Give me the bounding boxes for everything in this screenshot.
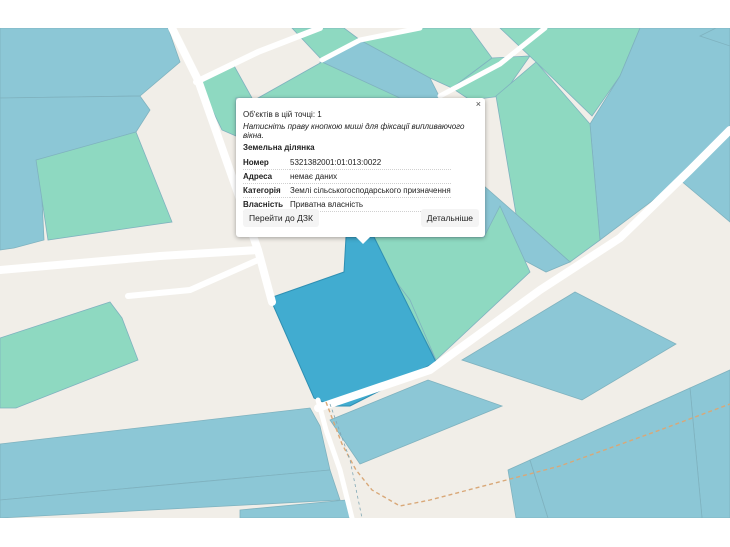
- section-title: Земельна ділянка: [243, 143, 315, 152]
- cadastral-map[interactable]: × Об'єктів в цій точці: 1 Натисніть прав…: [0, 0, 730, 547]
- close-icon[interactable]: ×: [476, 99, 481, 109]
- field-value: немає даних: [290, 169, 451, 184]
- field-label: Категорія: [243, 183, 290, 198]
- table-row: Номер 5321382001:01:013:0022: [243, 156, 451, 170]
- table-row: Адреса немає даних: [243, 169, 451, 184]
- field-label: Номер: [243, 156, 290, 170]
- popup-pointer: [356, 237, 370, 244]
- field-value: 5321382001:01:013:0022: [290, 156, 451, 170]
- top-margin: [0, 0, 730, 28]
- objects-count: Об'єктів в цій точці: 1: [243, 110, 322, 119]
- field-label: Адреса: [243, 169, 290, 184]
- parcel-attributes-table: Номер 5321382001:01:013:0022 Адреса нема…: [243, 156, 451, 212]
- map-canvas[interactable]: [0, 0, 730, 547]
- details-button[interactable]: Детальніше: [420, 209, 479, 227]
- table-row: Категорія Землі сільськогосподарського п…: [243, 183, 451, 198]
- field-value: Землі сільськогосподарського призначення: [290, 183, 451, 198]
- popup-hint: Натисніть праву кнопкою миші для фіксаці…: [243, 122, 465, 140]
- parcel-info-popup: × Об'єктів в цій точці: 1 Натисніть прав…: [236, 98, 485, 244]
- go-to-dzk-button[interactable]: Перейти до ДЗК: [243, 209, 319, 227]
- bottom-margin: [0, 518, 730, 547]
